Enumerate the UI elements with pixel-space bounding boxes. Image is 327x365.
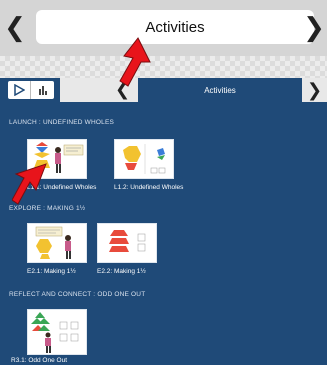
- top-bar: ❮ Activities ❯: [0, 0, 327, 56]
- activity-card-e2-1[interactable]: [27, 223, 87, 263]
- activity-card-e2-2[interactable]: [97, 223, 157, 263]
- pointer-arrow-icon: [119, 37, 151, 87]
- back-arrow-icon[interactable]: ❮: [4, 10, 26, 44]
- bar-chart-icon[interactable]: [31, 81, 54, 99]
- pointer-arrow-icon-2: [12, 163, 47, 205]
- activity-card-r3-1[interactable]: [27, 309, 87, 355]
- section-label-launch: LAUNCH : UNDEFINED WHOLES: [9, 119, 115, 126]
- activity-label-r3-1: R3.1: Odd One Out: [11, 357, 68, 364]
- play-icon[interactable]: [8, 81, 31, 99]
- section-label-reflect: REFLECT AND CONNECT : ODD ONE OUT: [9, 291, 146, 298]
- activities-panel: LAUNCH : UNDEFINED WHOLES L1.1: Undefine…: [0, 102, 327, 365]
- sub-toolbar-title: Activities: [204, 85, 236, 95]
- activity-label-e2-2: E2.2: Making 1½: [97, 268, 146, 275]
- view-toggle[interactable]: [8, 81, 54, 99]
- checker-strip: [0, 56, 327, 78]
- activity-label-l1-2: L1.2: Undefined Wholes: [114, 184, 184, 191]
- app-root: ❮ Activities ❯ ❮ Activities ❯ LAUNCH : U…: [0, 0, 327, 365]
- chevron-right-icon[interactable]: ❯: [302, 78, 327, 102]
- page-title: Activities: [36, 10, 314, 44]
- sub-toolbar: ❮ Activities ❯: [0, 78, 327, 102]
- forward-arrow-icon[interactable]: ❯: [303, 10, 325, 44]
- activity-label-e2-1: E2.1: Making 1½: [27, 268, 76, 275]
- activity-card-l1-2[interactable]: [114, 139, 174, 179]
